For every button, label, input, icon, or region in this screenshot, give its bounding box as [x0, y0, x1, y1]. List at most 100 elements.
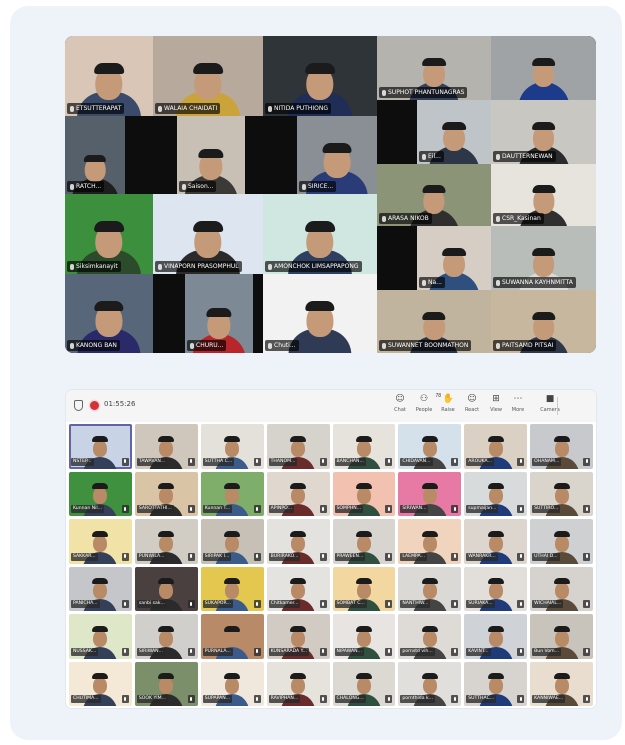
participant-tile[interactable]: SOMBAT C...: [332, 566, 396, 611]
mic-icon: [70, 183, 74, 190]
participant-face: [422, 439, 437, 457]
participant-hair: [158, 625, 175, 632]
participant-tile[interactable]: SUTTHA C...: [200, 424, 264, 469]
participant-tile[interactable]: NSTEP...: [69, 424, 132, 469]
video-tile[interactable]: WALAIA CHAIDATI: [153, 36, 263, 116]
participant-hair: [158, 435, 175, 442]
video-tile[interactable]: [491, 36, 596, 100]
participant-hair: [421, 673, 438, 679]
mic-icon: [158, 263, 162, 270]
participant-tile[interactable]: NUSSAK...: [69, 614, 132, 659]
video-tile[interactable]: RATCH...: [65, 116, 125, 194]
video-tile[interactable]: CHURU...: [185, 274, 253, 353]
shield-icon[interactable]: [74, 400, 83, 411]
video-tile[interactable]: PAITSAMD PITSAI: [491, 290, 596, 353]
video-tile[interactable]: KANONG BAN: [65, 274, 153, 353]
participant-name: Chuti...: [274, 342, 296, 349]
video-tile[interactable]: Chuti...: [263, 274, 377, 353]
video-tile[interactable]: SIRICE...: [297, 116, 377, 194]
people-button[interactable]: ⚇ People 78: [413, 393, 441, 419]
participant-tile[interactable]: APINPO...: [266, 471, 330, 516]
participant-tile[interactable]: KAVINT...: [464, 614, 528, 659]
participant-tile[interactable]: pornstd vih...: [398, 614, 462, 659]
video-tile[interactable]: Saison...: [177, 116, 245, 194]
view-button[interactable]: ⊞ View: [485, 393, 507, 419]
participant-tile[interactable]: PANICHA...: [69, 566, 132, 611]
video-tile[interactable]: Siksimkanayit: [65, 194, 153, 274]
participant-tile[interactable]: SUKAPOR...: [200, 566, 264, 611]
participant-tile[interactable]: SOOK YIM...: [134, 661, 198, 706]
participant-tile[interactable]: RAVIPHAN...: [266, 661, 330, 706]
video-tile[interactable]: SUPHOT PHANTUNAGRAS: [377, 36, 491, 100]
participant-tile[interactable]: Kunnan T...: [200, 471, 264, 516]
video-tile[interactable]: SUWANNA KAYHNMITTA: [491, 226, 596, 290]
participant-tile[interactable]: SAKKAR...: [69, 519, 132, 564]
participant-hair: [158, 673, 175, 679]
video-tile[interactable]: Na...: [417, 226, 491, 290]
participant-tile[interactable]: KUNSARADA Y...: [266, 614, 330, 659]
participant-tile[interactable]: pornthida k...: [398, 661, 462, 706]
participant-tile[interactable]: BURIRAKO...: [266, 519, 330, 564]
participant-tile[interactable]: Chitkamer...: [266, 566, 330, 611]
participant-tile[interactable]: SIRIWAN...: [398, 471, 462, 516]
participant-tile[interactable]: Kunnan Nil...: [69, 471, 132, 516]
participant-tile[interactable]: WANRAKR...: [464, 519, 528, 564]
mic-icon: [496, 215, 500, 222]
participant-tile[interactable]: supmaijan...: [464, 471, 528, 516]
mic-icon: [319, 647, 327, 656]
participant-name-tag: CSR_Kasinan: [493, 213, 544, 224]
video-tile[interactable]: SUWANNET BOONMATHON: [377, 290, 491, 353]
participant-tile[interactable]: BANCHAN...: [332, 424, 396, 469]
video-tile[interactable]: ARASA NIKOB: [377, 164, 491, 226]
video-tile[interactable]: NITIDA PUTHIONG: [263, 36, 377, 116]
participant-name-tag: Eil...: [419, 151, 444, 162]
raise-hand-button[interactable]: ✋ Raise: [437, 393, 459, 419]
participant-tile[interactable]: SAROTTATHI...: [134, 471, 198, 516]
participant-tile[interactable]: CHIDAVAN...: [398, 424, 462, 469]
more-button[interactable]: ⋯ More: [507, 393, 529, 419]
participant-name: KAVINT...: [466, 647, 491, 656]
participant-tile[interactable]: sanbi sak...: [134, 566, 198, 611]
participant-tile[interactable]: SUTTHAC...: [464, 661, 528, 706]
participant-tile[interactable]: SIRIWAN...: [134, 614, 198, 659]
participant-hair: [290, 435, 307, 442]
participant-tile[interactable]: LAEMPA...: [398, 519, 462, 564]
participant-tile[interactable]: OHANAM...: [530, 424, 593, 469]
participant-tile[interactable]: SUPAPAN...: [200, 661, 264, 706]
participant-face: [93, 677, 108, 694]
mic-icon: [517, 457, 525, 466]
participant-tile[interactable]: PUNWILA...: [134, 519, 198, 564]
participant-tile[interactable]: KANNIWAE...: [530, 661, 593, 706]
participant-tile[interactable]: TAWAVAN...: [134, 424, 198, 469]
video-tile[interactable]: AMONCHOK LIMSAPPAPONG: [263, 194, 377, 274]
participant-tile[interactable]: THANOM...: [266, 424, 330, 469]
mic-icon: [70, 342, 74, 349]
participant-tile[interactable]: PRAWEEN...: [332, 519, 396, 564]
participant-tile[interactable]: SURIAKA...: [464, 566, 528, 611]
participant-tile[interactable]: CHALONG...: [332, 661, 396, 706]
participant-tile[interactable]: AROUKA...: [464, 424, 528, 469]
video-tile[interactable]: CSR_Kasinan: [491, 164, 596, 226]
participant-face: [554, 439, 569, 457]
mic-icon: [121, 647, 129, 656]
video-tile[interactable]: ETSUTTERAPAT: [65, 36, 153, 116]
participant-tile[interactable]: SUTTIRO...: [530, 471, 593, 516]
participant-tile[interactable]: WICHAIAL...: [530, 566, 593, 611]
video-tile[interactable]: DAUTTERNEWAN: [491, 100, 596, 164]
participant-tile[interactable]: NIPAWAN...: [332, 614, 396, 659]
participant-tile[interactable]: UTHAI D...: [530, 519, 593, 564]
mic-icon: [583, 695, 590, 703]
participant-tile[interactable]: PURNALA...: [200, 614, 264, 659]
participant-hair: [92, 435, 109, 442]
chat-button[interactable]: ☺ Chat: [389, 393, 411, 419]
video-tile[interactable]: VINAPORN PRASOMPHUL: [153, 194, 263, 274]
participant-tile[interactable]: SIRIPAK I...: [200, 519, 264, 564]
participant-tile[interactable]: SOMPHN...: [332, 471, 396, 516]
participant-face: [291, 487, 306, 504]
participant-tile[interactable]: Bun Vom...: [530, 614, 593, 659]
participant-tile[interactable]: NANTHIW...: [398, 566, 462, 611]
participant-tile[interactable]: CHUTIMA...: [69, 661, 132, 706]
video-tile[interactable]: Eil...: [417, 100, 491, 164]
react-button[interactable]: ☺ React: [461, 393, 483, 419]
mic-icon: [187, 552, 195, 561]
